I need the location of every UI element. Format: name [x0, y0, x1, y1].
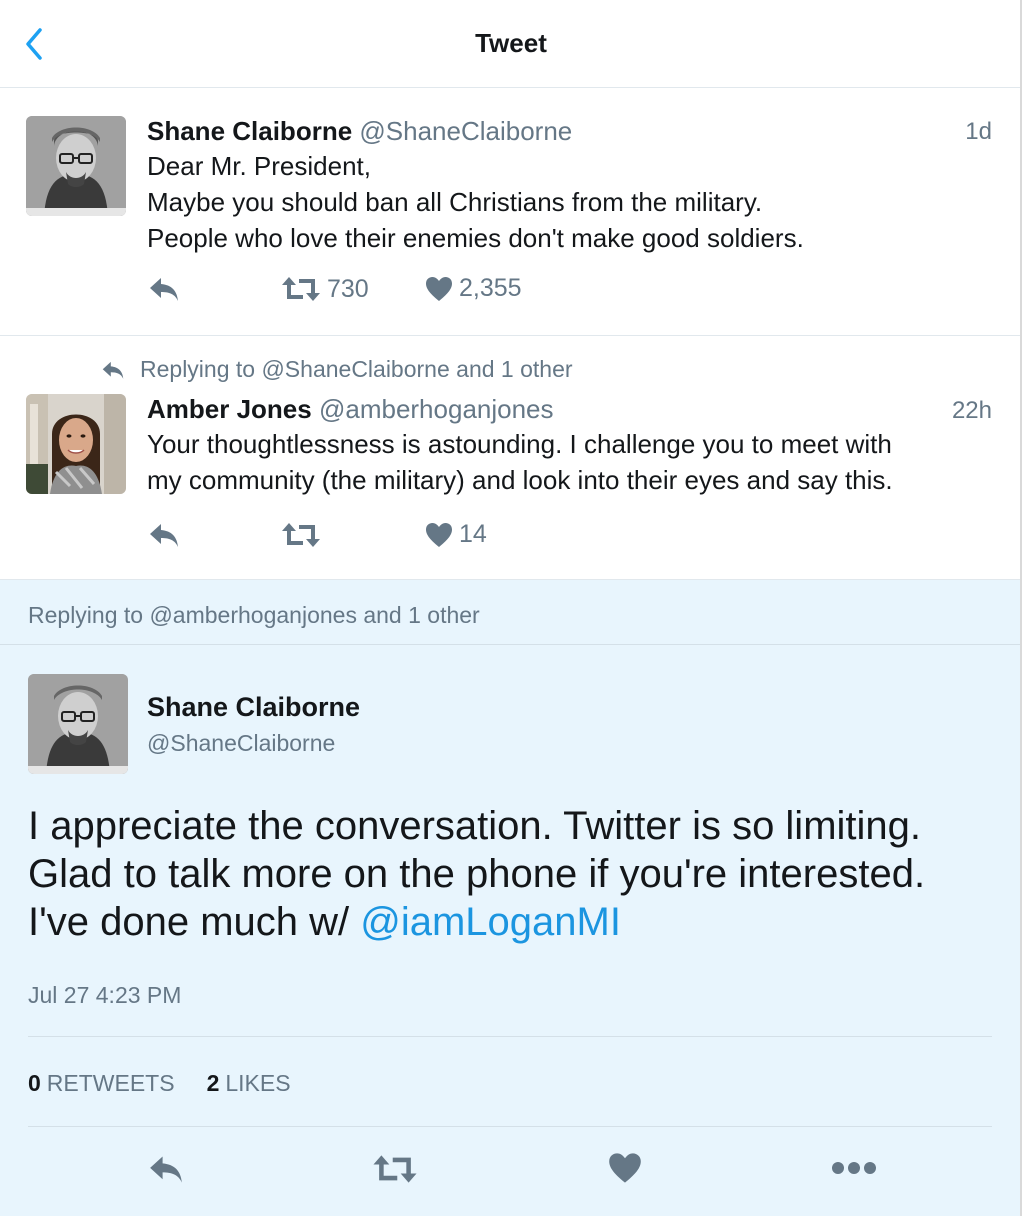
author-handle[interactable]: @amberhoganjones [319, 394, 554, 424]
top-bar: Tweet [0, 0, 1022, 88]
like-count: 14 [459, 520, 487, 548]
tweet-line: my community (the military) and look int… [147, 465, 893, 495]
tweet-text: Dear Mr. President, Maybe you should ban… [147, 148, 804, 256]
focused-tweet: Replying to @amberhoganjones and 1 other… [0, 580, 1022, 1216]
reply-button[interactable] [147, 274, 181, 304]
avatar[interactable] [26, 116, 126, 216]
tweet-line: I've done much w/ @iamLoganMI [28, 898, 925, 946]
tweet-line: Glad to talk more on the phone if you're… [28, 852, 926, 896]
divider [28, 1126, 992, 1127]
heart-icon [426, 276, 452, 301]
avatar[interactable] [26, 394, 126, 494]
avatar-image [26, 394, 126, 494]
tweet-line: Your thoughtlessness is astounding. I ch… [147, 429, 892, 459]
retweet-icon [282, 523, 320, 547]
more-button[interactable] [830, 1158, 878, 1183]
avatar[interactable] [28, 674, 128, 774]
author-handle[interactable]: @ShaneClaiborne [147, 730, 335, 757]
author-name[interactable]: Shane Claiborne [147, 692, 360, 723]
retweet-label: RETWEETS [46, 1070, 175, 1096]
heart-icon [609, 1153, 641, 1183]
tweet-author: Shane Claiborne @ShaneClaiborne [147, 116, 572, 147]
tweet-stats: 0 RETWEETS 2 LIKES [28, 1070, 323, 1097]
tweet-time[interactable]: 22h [952, 397, 992, 425]
like-button[interactable]: 14 [425, 520, 487, 549]
reply-context[interactable]: Replying to @ShaneClaiborne and 1 other [100, 356, 573, 383]
like-count: 2,355 [459, 274, 522, 302]
reply-context[interactable]: Replying to @amberhoganjones and 1 other [28, 602, 480, 629]
retweets-stat[interactable]: 0 RETWEETS [28, 1070, 175, 1097]
page-title: Tweet [475, 28, 547, 58]
reply-context-text: Replying to @ShaneClaiborne and 1 other [140, 356, 573, 382]
reply-icon [102, 361, 124, 379]
tweet-time[interactable]: 1d [965, 118, 992, 146]
tweet-timestamp[interactable]: Jul 27 4:23 PM [28, 982, 181, 1009]
retweet-button[interactable] [372, 1152, 418, 1191]
more-icon [832, 1162, 876, 1174]
tweet-text: Your thoughtlessness is astounding. I ch… [147, 426, 893, 498]
reply-button[interactable] [147, 520, 181, 550]
reply-icon [150, 524, 178, 547]
reply-icon [150, 278, 178, 301]
divider [28, 1036, 992, 1037]
author-name[interactable]: Shane Claiborne [147, 116, 352, 146]
reply-button[interactable] [146, 1152, 186, 1191]
tweet-actions: 730 2,355 [147, 274, 607, 310]
like-button[interactable] [608, 1152, 642, 1189]
reply-icon [150, 1156, 182, 1183]
divider [0, 644, 1022, 645]
tweet-line: Dear Mr. President, [147, 151, 371, 181]
tweet-line-text: I've done much w/ [28, 900, 361, 944]
tweet-amber-reply[interactable]: Replying to @ShaneClaiborne and 1 other … [0, 336, 1022, 580]
like-count: 2 [206, 1070, 220, 1096]
retweet-count: 0 [28, 1070, 41, 1096]
mention-link[interactable]: @iamLoganMI [360, 900, 621, 944]
tweet-shane-original[interactable]: Shane Claiborne @ShaneClaiborne 1d Dear … [0, 88, 1022, 336]
heart-icon [426, 522, 452, 547]
tweet-line: Maybe you should ban all Christians from… [147, 187, 763, 217]
retweet-count: 730 [327, 274, 369, 303]
retweet-button[interactable]: 730 [281, 274, 369, 304]
author-handle[interactable]: @ShaneClaiborne [359, 116, 572, 146]
tweet-line: People who love their enemies don't make… [147, 223, 804, 253]
tweet-line: I appreciate the conversation. Twitter i… [28, 804, 922, 848]
avatar-image [28, 674, 128, 774]
tweet-actions: 14 [147, 520, 607, 556]
like-label: LIKES [225, 1070, 291, 1096]
tweet-text: I appreciate the conversation. Twitter i… [28, 802, 925, 946]
retweet-icon [373, 1155, 417, 1183]
avatar-image [26, 116, 126, 216]
author-name[interactable]: Amber Jones [147, 394, 312, 424]
retweet-icon [282, 277, 320, 301]
like-button[interactable]: 2,355 [425, 274, 522, 303]
tweet-author: Amber Jones @amberhoganjones [147, 394, 554, 425]
likes-stat[interactable]: 2 LIKES [207, 1070, 291, 1097]
retweet-button[interactable] [281, 520, 321, 550]
